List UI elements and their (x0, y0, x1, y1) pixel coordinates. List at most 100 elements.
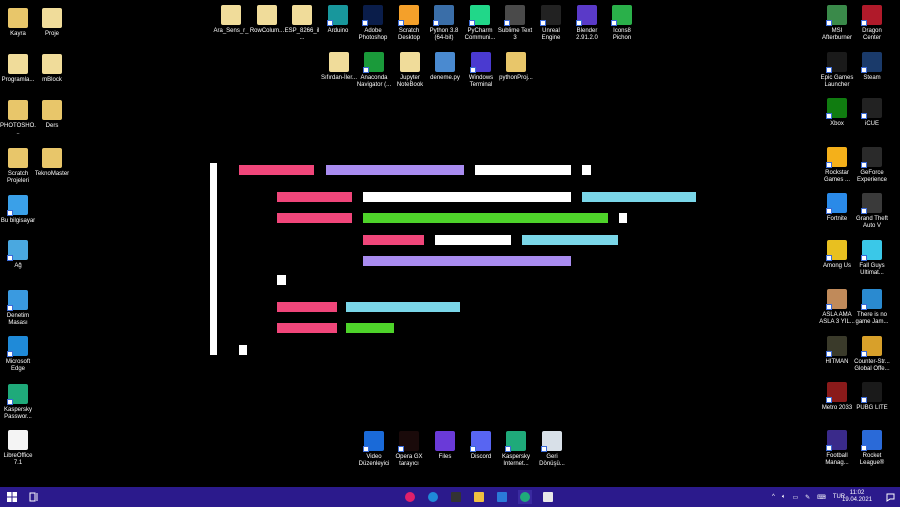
desktop-icon-pubg[interactable]: PUBG LITE (854, 382, 890, 412)
taskbar-edge-button[interactable] (426, 490, 440, 504)
shortcut-arrow-icon (861, 445, 867, 451)
desktop-icon-msi[interactable]: MSI Afterburner (819, 5, 855, 42)
shortcut-arrow-icon (826, 208, 832, 214)
desktop-icon-anaconda[interactable]: Anaconda Navigator (... (356, 52, 392, 89)
shortcut-arrow-icon (576, 20, 582, 26)
desktop-icon-nvidia[interactable]: GeForce Experience (854, 147, 890, 184)
desktop-icon-scratch[interactable]: Scratch Desktop (391, 5, 427, 42)
shortcut-arrow-icon (433, 20, 439, 26)
desktop-icon-python[interactable]: Python 3.8 (64-bit) (426, 5, 462, 42)
desktop-icon-label: Denetim Masası (6, 313, 30, 326)
desktop-icon-arduino[interactable]: Arduino (320, 5, 356, 35)
desktop-icon-document[interactable]: LibreOffice 7.1 (0, 430, 36, 467)
start-button[interactable] (5, 490, 19, 504)
desktop-icon-edge[interactable]: Microsoft Edge (0, 336, 36, 373)
desktop-icon-gta[interactable]: Grand Theft Auto V (854, 193, 890, 230)
desktop-icon-epic[interactable]: Epic Games Launcher (819, 52, 855, 89)
mail-icon (497, 492, 507, 502)
desktop-icon-xbox[interactable]: Xbox (819, 98, 855, 128)
shortcut-arrow-icon (861, 20, 867, 26)
desktop-icon-photoshop[interactable]: Adobe Photoshop (355, 5, 391, 42)
desktop-icon-steam[interactable]: Steam (854, 52, 890, 82)
desktop-icon-network[interactable]: Ağ (0, 240, 36, 270)
desktop-icon-sublime[interactable]: Sublime Text 3 (497, 5, 533, 42)
desktop-icon-file[interactable]: Sıfırdan-İler... (321, 52, 357, 82)
desktop-icon-among-us[interactable]: Among Us (819, 240, 855, 270)
desktop-icon-football-manager[interactable]: Football Manag... (819, 430, 855, 467)
code-bar-white (363, 192, 571, 202)
taskbar-terminal-button[interactable] (449, 490, 463, 504)
desktop-icon-arduino-file[interactable]: ESP_8266_il... (284, 5, 320, 42)
desktop-icon-terminal[interactable]: Windows Terminal (463, 52, 499, 89)
desktop-icon-folder[interactable]: Proje (34, 8, 70, 38)
taskbar-kaspersky-button[interactable] (518, 490, 532, 504)
desktop-icon-game[interactable]: ASLA AMA ASLA 3 YIL... (819, 289, 855, 326)
clock[interactable]: 11:02 19.04.2021 (842, 487, 872, 507)
desktop-icon-folder[interactable]: Scratch Projeleri (0, 148, 36, 185)
code-bar-white (239, 345, 247, 355)
desktop-icon-label: deneme.py (430, 75, 460, 81)
desktop-icon-label: Kayra (10, 31, 26, 37)
desktop-icon-file[interactable]: Jupyter NoteBook (392, 52, 428, 89)
desktop-icon-python-file[interactable]: deneme.py (427, 52, 463, 82)
desktop-icon-folder[interactable]: Ders (34, 100, 70, 130)
desktop-icon-label: PHOTOSHO... (0, 123, 36, 136)
desktop-icon-pycharm[interactable]: PyCharm Communi... (462, 5, 498, 42)
desktop-icon-label: Adobe Photoshop (358, 28, 388, 41)
photoshop-icon (362, 5, 383, 26)
taskbar-file-explorer-button[interactable] (472, 490, 486, 504)
desktop-icon-folder[interactable]: Programla... (0, 54, 36, 84)
desktop-icon-blender[interactable]: Blender 2.91.2.0 (569, 5, 605, 42)
pubg-icon (861, 382, 882, 403)
desktop-icon-fall-guys[interactable]: Fall Guys Ultimat... (854, 240, 890, 277)
show-hidden-icons-button[interactable]: ^ (772, 494, 775, 500)
desktop-icon-metro[interactable]: Metro 2033 (819, 382, 855, 412)
shortcut-arrow-icon (470, 67, 476, 73)
desktop-icon-dragon[interactable]: Dragon Center (854, 5, 890, 42)
desktop-icon-folder[interactable]: TeknoMaster (34, 148, 70, 178)
desktop-icon-pichon[interactable]: Icons8 Pichon (604, 5, 640, 42)
desktop-icon-folder[interactable]: mBlock (34, 54, 70, 84)
network-icon[interactable]: ▭ (792, 494, 798, 501)
desktop-icon-kaspersky[interactable]: Kaspersky Internet... (498, 431, 534, 468)
desktop-icon-label: Video Düzenleyici (358, 454, 390, 467)
desktop-icon-rockstar[interactable]: Rockstar Games ... (819, 147, 855, 184)
desktop-icon-label: Icons8 Pichon (612, 28, 632, 41)
clock-time: 11:02 (849, 490, 865, 496)
taskbar-opera-gx-button[interactable] (403, 490, 417, 504)
desktop-icon-folder[interactable]: PHOTOSHO... (0, 100, 36, 137)
desktop-icon-arduino-file[interactable]: RowColum... (249, 5, 285, 35)
desktop-icon-folder[interactable]: pythonProj... (498, 52, 534, 82)
desktop-icon-label: Programla... (1, 77, 35, 83)
desktop-icon-video-editor[interactable]: Video Düzenleyici (356, 431, 392, 468)
desktop-icon-computer[interactable]: Bu bilgisayar (0, 195, 36, 225)
keyboard-icon[interactable]: ⌨︎ (817, 494, 826, 501)
desktop-icon-label: Fall Guys Ultimat... (859, 263, 885, 276)
desktop-icon-rocket-league[interactable]: Rocket League® (854, 430, 890, 467)
taskbar-mail-button[interactable] (495, 490, 509, 504)
shortcut-arrow-icon (861, 255, 867, 261)
arduino-file-icon (221, 5, 241, 25)
desktop-icon-game[interactable]: There is no game Jam... (854, 289, 890, 326)
desktop-icon-arduino-file[interactable]: Ara_Sens_r_ (213, 5, 249, 35)
desktop-icon-fortnite[interactable]: Fortnite (819, 193, 855, 223)
desktop-icon-kaspersky[interactable]: Kaspersky Passwor... (0, 384, 36, 421)
desktop-icon-icue[interactable]: iCUE (854, 98, 890, 128)
desktop-icon-control-panel[interactable]: Denetim Masası (0, 290, 36, 327)
shortcut-arrow-icon (398, 20, 404, 26)
action-center-button[interactable] (883, 490, 897, 504)
desktop-icon-opera-gx[interactable]: Opera GX tarayıcı (391, 431, 427, 468)
pen-icon[interactable]: ✎ (805, 494, 810, 501)
desktop-icon-files[interactable]: Files (427, 431, 463, 461)
xbox-icon (826, 98, 847, 119)
desktop-icon-recycle-bin[interactable]: Geri Dönüşü... (534, 431, 570, 468)
desktop-icon-csgo[interactable]: Counter-Str... Global Offe... (854, 336, 890, 373)
desktop-icon-label: Arduino (327, 28, 349, 34)
desktop-icon-unreal[interactable]: Unreal Engine (533, 5, 569, 42)
desktop-icon-discord[interactable]: Discord (463, 431, 499, 461)
volume-icon[interactable]: 🔈︎ (782, 494, 786, 501)
desktop-icon-user-folder[interactable]: Kayra (0, 8, 36, 38)
taskbar-store-button[interactable] (541, 490, 555, 504)
desktop-icon-hitman[interactable]: HITMAN (819, 336, 855, 366)
task-view-button[interactable] (27, 490, 41, 504)
